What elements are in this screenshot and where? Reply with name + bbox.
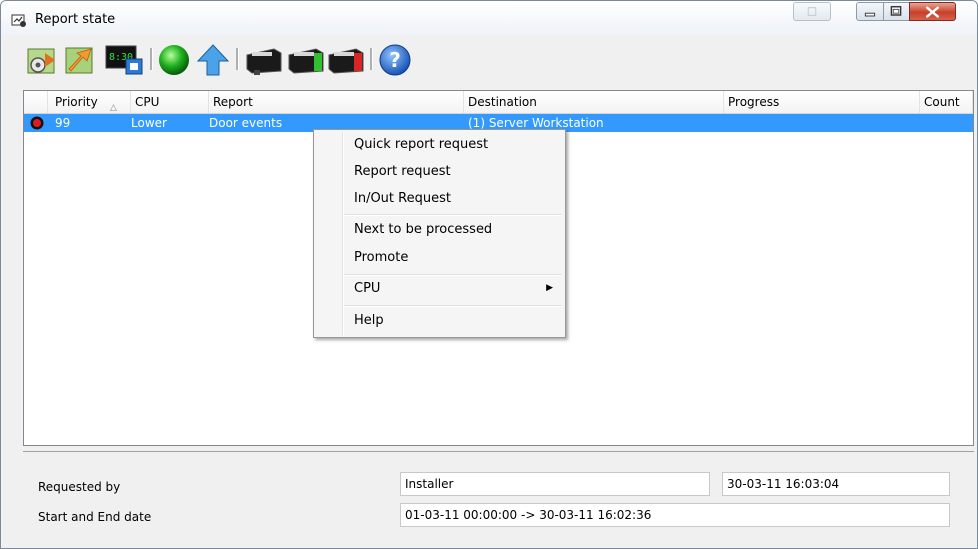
toolbar-separator bbox=[150, 48, 153, 70]
cpu-green-icon[interactable] bbox=[286, 43, 326, 77]
submenu-arrow-icon: ▶ bbox=[546, 283, 553, 293]
column-header-count[interactable]: Count bbox=[920, 91, 973, 113]
menu-separator bbox=[344, 305, 562, 307]
report-state-window: Report state 8:30 ? Priority △ CPU Repor… bbox=[0, 0, 978, 549]
priority-cell: 99 bbox=[55, 116, 71, 130]
cpu-cell: Lower bbox=[131, 116, 167, 130]
column-header-report[interactable]: Report bbox=[209, 91, 464, 113]
menu-separator bbox=[344, 214, 562, 216]
column-header-destination[interactable]: Destination bbox=[464, 91, 724, 113]
close-icon bbox=[925, 6, 940, 18]
close-button[interactable] bbox=[909, 2, 956, 21]
report-settings-icon[interactable] bbox=[25, 43, 59, 77]
alarm-bell-icon bbox=[30, 116, 44, 130]
menu-item-cpu[interactable]: CPU bbox=[354, 278, 380, 300]
promote-up-arrow-icon[interactable] bbox=[196, 43, 230, 77]
toolbar: 8:30 ? bbox=[1, 36, 977, 88]
column-header-label: Count bbox=[924, 95, 960, 109]
list-header: Priority △ CPU Report Destination Progre… bbox=[24, 91, 973, 114]
menu-item-in-out-request[interactable]: In/Out Request bbox=[354, 188, 451, 210]
green-status-icon[interactable] bbox=[157, 43, 191, 77]
cpu-red-icon[interactable] bbox=[326, 43, 366, 77]
column-header-progress[interactable]: Progress bbox=[724, 91, 920, 113]
column-header-icon[interactable] bbox=[24, 91, 48, 113]
start-end-date-label: Start and End date bbox=[38, 510, 152, 524]
menu-item-quick-report-request[interactable]: Quick report request bbox=[354, 134, 488, 156]
menu-item-report-request[interactable]: Report request bbox=[354, 161, 451, 183]
minimize-button[interactable] bbox=[856, 2, 884, 21]
help-caption-button[interactable] bbox=[793, 2, 831, 21]
toolbar-separator bbox=[236, 48, 239, 70]
menu-item-next-to-be-processed[interactable]: Next to be processed bbox=[354, 219, 492, 241]
title-bar[interactable]: Report state bbox=[1, 1, 977, 36]
requested-by-label: Requested by bbox=[38, 480, 121, 494]
column-header-priority[interactable]: Priority △ bbox=[48, 91, 131, 113]
svg-text:?: ? bbox=[389, 48, 401, 72]
export-arrow-icon[interactable] bbox=[63, 43, 97, 77]
column-header-label: Report bbox=[213, 95, 253, 109]
caption-icon bbox=[807, 7, 817, 16]
report-cell: Door events bbox=[209, 116, 283, 130]
minimize-icon bbox=[864, 12, 876, 17]
column-header-label: CPU bbox=[135, 95, 160, 109]
menu-item-help[interactable]: Help bbox=[354, 310, 384, 332]
maximize-button[interactable] bbox=[883, 2, 910, 21]
context-menu: Quick report request Report request In/O… bbox=[313, 129, 566, 338]
help-icon[interactable]: ? bbox=[378, 43, 412, 77]
clock-monitor-icon[interactable]: 8:30 bbox=[104, 43, 146, 77]
column-header-label: Progress bbox=[728, 95, 780, 109]
details-panel: Requested by Installer 30-03-11 16:03:04… bbox=[23, 451, 974, 547]
column-header-label: Destination bbox=[468, 95, 537, 109]
column-header-cpu[interactable]: CPU bbox=[131, 91, 209, 113]
window-title: Report state bbox=[35, 12, 116, 27]
menu-item-promote[interactable]: Promote bbox=[354, 247, 408, 269]
requested-by-field[interactable]: Installer bbox=[400, 472, 710, 496]
requested-time-field[interactable]: 30-03-11 16:03:04 bbox=[722, 472, 950, 496]
report-state-app-icon bbox=[11, 14, 26, 27]
menu-separator bbox=[344, 274, 562, 276]
start-end-date-field[interactable]: 01-03-11 00:00:00 -> 30-03-11 16:02:36 bbox=[400, 503, 950, 527]
column-header-label: Priority bbox=[55, 95, 98, 109]
toolbar-separator bbox=[370, 48, 373, 70]
maximize-icon bbox=[890, 6, 902, 16]
printer-icon[interactable] bbox=[244, 43, 284, 77]
